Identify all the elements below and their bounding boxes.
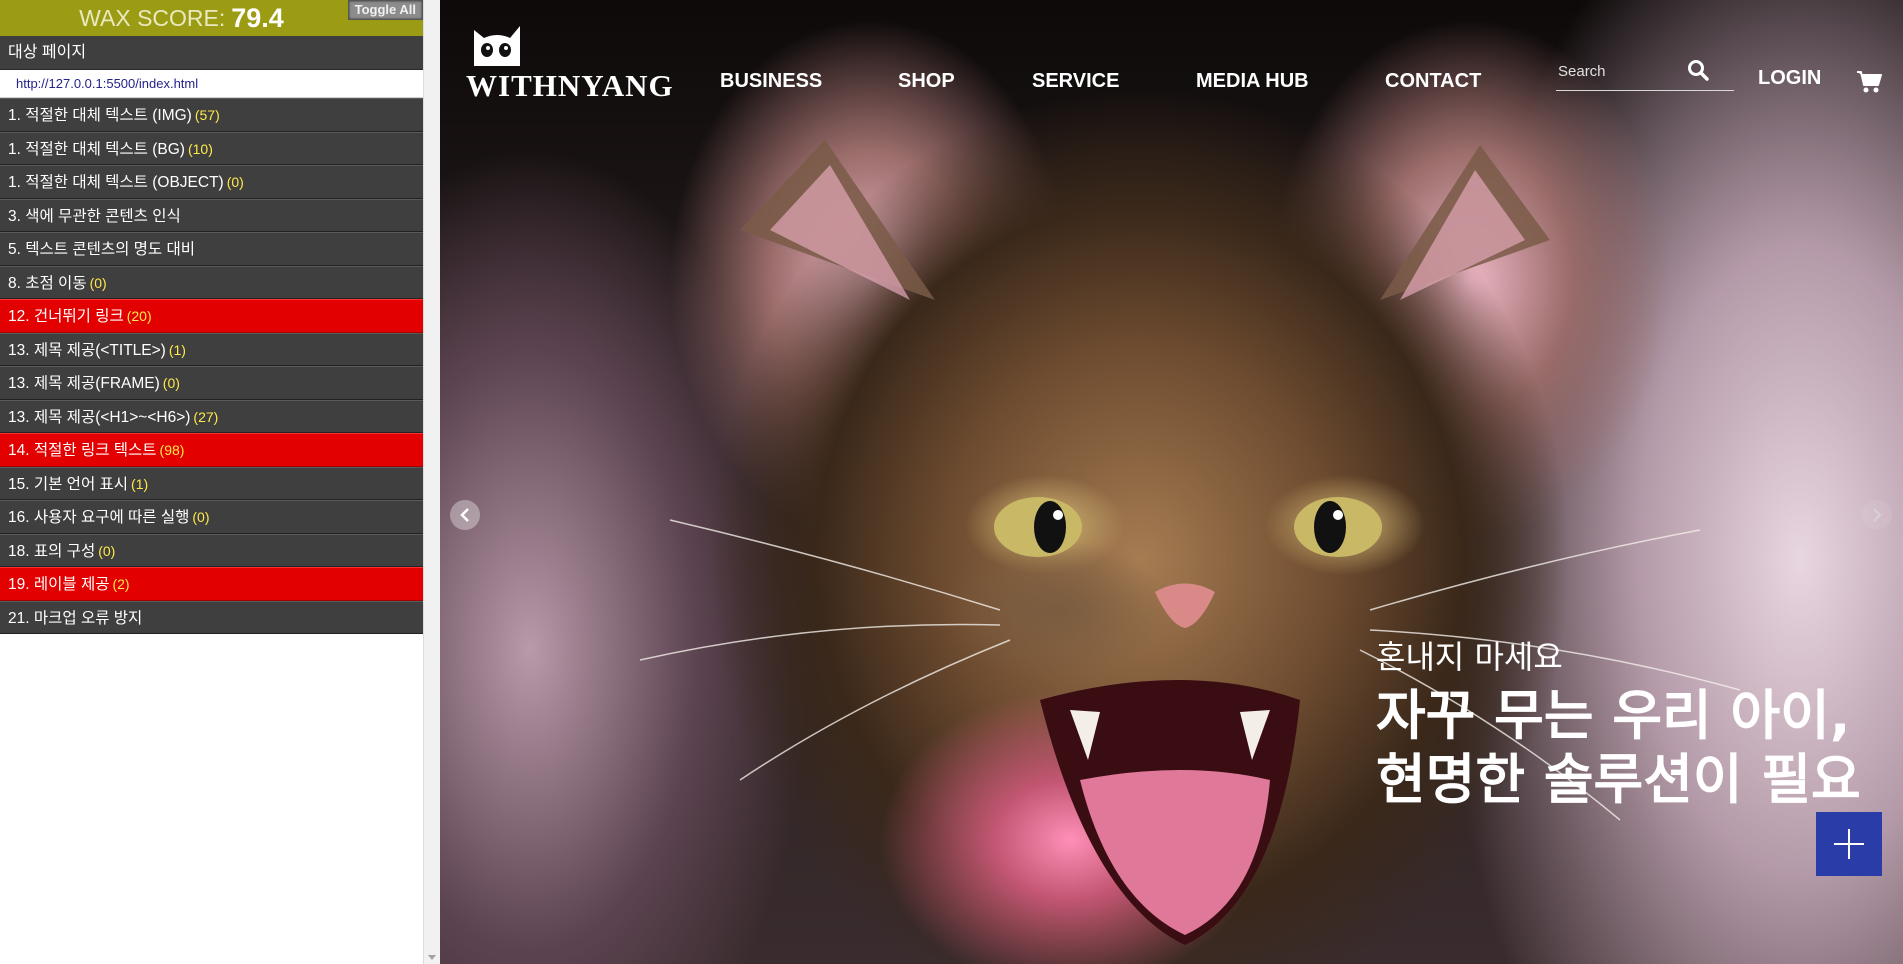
wax-check-item[interactable]: 16. 사용자 요구에 따른 실행 (0)	[0, 500, 423, 534]
wax-check-item[interactable]: 15. 기본 언어 표시 (1)	[0, 466, 423, 500]
wax-check-item[interactable]: 12. 건너뛰기 링크 (20)	[0, 299, 423, 333]
slider-next-button[interactable]	[1862, 500, 1892, 530]
main-nav: BUSINESS SHOP SERVICE MEDIA HUB CONTACT	[720, 70, 1505, 93]
scroll-down-arrow-icon[interactable]	[428, 955, 436, 960]
slider-prev-button[interactable]	[450, 500, 480, 530]
wax-check-label: 5. 텍스트 콘텐츠의 명도 대비	[8, 241, 196, 258]
cat-logo-icon	[474, 26, 520, 66]
target-page-header[interactable]: 대상 페이지	[0, 36, 423, 70]
hero-cat-image	[639, 140, 1741, 945]
wax-score-bar: WAX SCORE: 79.4 Toggle All	[0, 0, 423, 36]
wax-check-count: (0)	[192, 509, 210, 525]
toggle-all-button[interactable]: Toggle All	[347, 0, 423, 20]
hero-caption: 혼내지 마세요 자꾸 무는 우리 아이, 현명한 솔루션이 필요	[1376, 632, 1903, 812]
wax-check-item[interactable]: 1. 적절한 대체 텍스트 (IMG) (57)	[0, 98, 423, 132]
wax-check-count: (27)	[193, 408, 219, 425]
nav-item-media-hub[interactable]: MEDIA HUB	[1196, 70, 1385, 93]
wax-check-item[interactable]: 13. 제목 제공(<TITLE>) (1)	[0, 332, 423, 366]
panel-scrollbar[interactable]	[423, 0, 440, 964]
wax-check-label: 13. 제목 제공(<H1>~<H6>)	[8, 408, 191, 426]
wax-check-label: 13. 제목 제공(<TITLE>)	[8, 341, 166, 359]
wax-check-count: (1)	[131, 475, 149, 492]
wax-check-item[interactable]: 3. 색에 무관한 콘텐츠 인식	[0, 198, 423, 232]
search-icon[interactable]	[1686, 58, 1710, 82]
wax-check-item[interactable]: 18. 표의 구성 (0)	[0, 533, 423, 567]
wax-check-item[interactable]: 13. 제목 제공(FRAME) (0)	[0, 366, 423, 400]
wax-check-label: 16. 사용자 요구에 따른 실행	[8, 509, 190, 526]
logo-wordmark: WITHNYANG	[466, 68, 674, 103]
wax-check-label: 1. 적절한 대체 텍스트 (IMG)	[8, 107, 192, 124]
plus-button[interactable]	[1816, 812, 1882, 876]
chevron-left-icon	[460, 508, 469, 522]
hero-title-line2: 현명한 솔루션이 필요	[1376, 748, 1861, 811]
wax-check-item[interactable]: 5. 텍스트 콘텐츠의 명도 대비	[0, 232, 423, 266]
wax-check-label: 8. 초점 이동	[8, 274, 87, 292]
website-view: WITHNYANG BUSINESS SHOP SERVICE MEDIA HUB CO…	[440, 0, 1903, 964]
cart-icon[interactable]	[1856, 70, 1882, 94]
nav-item-shop[interactable]: SHOP	[898, 70, 1032, 93]
nav-item-business[interactable]: BUSINESS	[720, 70, 898, 93]
wax-check-count: (57)	[194, 107, 220, 123]
hero-title-line1: 자꾸 무는 우리 아이,	[1376, 684, 1851, 747]
wax-check-count: (10)	[187, 140, 213, 157]
nav-item-contact[interactable]: CONTACT	[1385, 70, 1505, 93]
wax-check-count: (0)	[89, 274, 107, 291]
site-header: WITHNYANG BUSINESS SHOP SERVICE MEDIA HUB CO…	[440, 0, 1903, 130]
nav-item-service[interactable]: SERVICE	[1032, 70, 1196, 93]
search-box	[1556, 56, 1734, 91]
wax-panel: WAX SCORE: 79.4 Toggle All 대상 페이지 http:/…	[0, 0, 423, 964]
wax-score-value: 79.4	[231, 2, 284, 33]
wax-check-item[interactable]: 19. 레이블 제공 (2)	[0, 567, 423, 601]
site-logo[interactable]: WITHNYANG	[466, 22, 673, 103]
wax-check-item[interactable]: 21. 마크업 오류 방지	[0, 600, 423, 634]
chevron-right-icon	[1873, 508, 1882, 522]
wax-check-label: 1. 적절한 대체 텍스트 (OBJECT)	[8, 174, 224, 191]
wax-check-label: 19. 레이블 제공	[8, 576, 110, 593]
wax-check-label: 15. 기본 언어 표시	[8, 475, 129, 493]
wax-check-label: 3. 색에 무관한 콘텐츠 인식	[8, 207, 181, 225]
hero-subtitle: 혼내지 마세요	[1376, 638, 1563, 676]
wax-check-label: 12. 건너뛰기 링크	[8, 308, 124, 325]
wax-check-count: (2)	[112, 576, 130, 592]
search-input[interactable]	[1556, 56, 1690, 86]
wax-check-item[interactable]: 8. 초점 이동 (0)	[0, 265, 423, 299]
wax-check-item[interactable]: 1. 적절한 대체 텍스트 (BG) (10)	[0, 131, 423, 165]
wax-check-label: 21. 마크업 오류 방지	[8, 609, 143, 627]
wax-check-item[interactable]: 13. 제목 제공(<H1>~<H6>) (27)	[0, 399, 423, 433]
wax-check-label: 13. 제목 제공(FRAME)	[8, 375, 160, 392]
wax-check-count: (0)	[98, 542, 116, 559]
login-link[interactable]: LOGIN	[1758, 67, 1821, 90]
target-url: http://127.0.0.1:5500/index.html	[0, 70, 423, 98]
wax-check-label: 18. 표의 구성	[8, 542, 96, 560]
wax-check-count: (1)	[168, 341, 186, 358]
wax-check-count: (20)	[126, 308, 152, 324]
wax-check-label: 14. 적절한 링크 텍스트	[8, 442, 157, 459]
wax-check-label: 1. 적절한 대체 텍스트 (BG)	[8, 140, 185, 158]
wax-check-count: (0)	[162, 375, 180, 391]
wax-score-label: WAX SCORE:	[79, 4, 226, 31]
wax-check-item[interactable]: 1. 적절한 대체 텍스트 (OBJECT) (0)	[0, 165, 423, 199]
wax-check-list: 1. 적절한 대체 텍스트 (IMG) (57) 1. 적절한 대체 텍스트 (BG…	[0, 98, 423, 634]
wax-check-count: (98)	[159, 442, 185, 458]
wax-check-count: (0)	[226, 174, 244, 190]
wax-check-item[interactable]: 14. 적절한 링크 텍스트 (98)	[0, 433, 423, 467]
